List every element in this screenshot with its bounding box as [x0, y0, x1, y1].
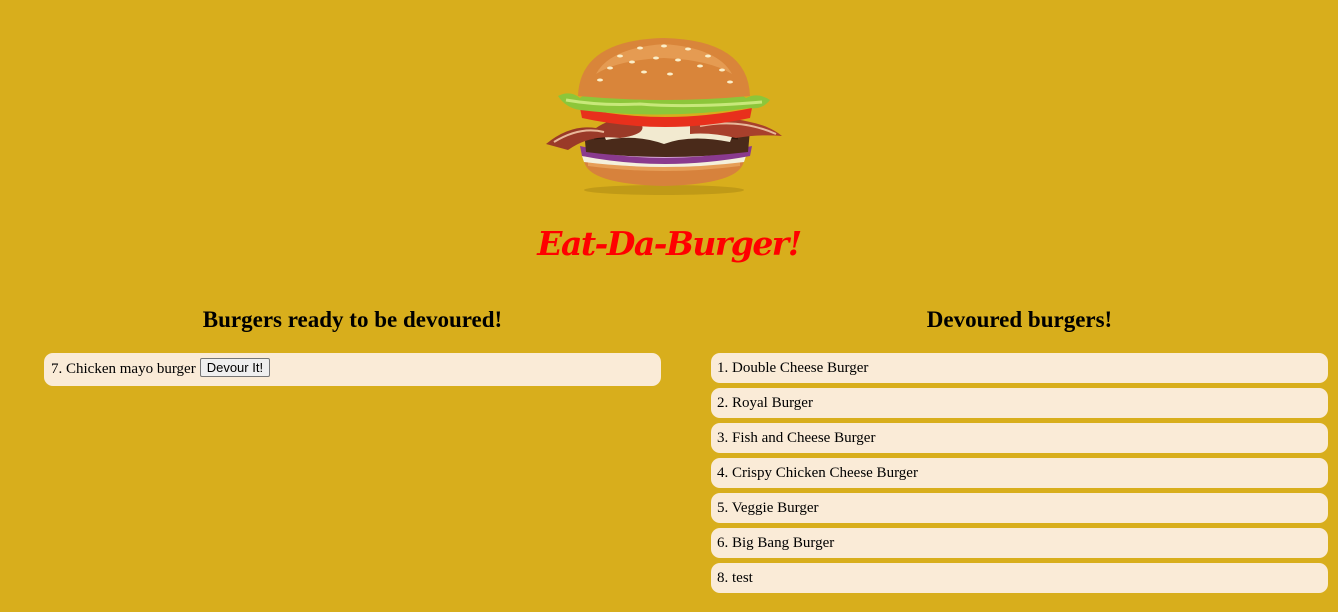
page: Eat-Da-Burger! Burgers ready to be devou…: [0, 0, 1338, 612]
devoured-burgers-section: Devoured burgers! 1. Double Cheese Burge…: [711, 304, 1328, 598]
site-title: Eat-Da-Burger!: [537, 224, 802, 263]
list-item: 4. Crispy Chicken Cheese Burger: [711, 458, 1328, 488]
ready-burgers-list: 7. Chicken mayo burger Devour It!: [44, 353, 661, 386]
list-item: 8. test: [711, 563, 1328, 593]
list-item: 7. Chicken mayo burger Devour It!: [44, 353, 661, 386]
devoured-burgers-list: 1. Double Cheese Burger 2. Royal Burger …: [711, 353, 1328, 593]
burger-name: 7. Chicken mayo burger: [51, 361, 196, 377]
list-item: 2. Royal Burger: [711, 388, 1328, 418]
list-item: 1. Double Cheese Burger: [711, 353, 1328, 383]
ready-burgers-heading: Burgers ready to be devoured!: [202, 307, 503, 332]
burger-image: [540, 34, 788, 196]
list-item: 5. Veggie Burger: [711, 493, 1328, 523]
devour-button[interactable]: Devour It!: [199, 358, 271, 377]
list-item: 3. Fish and Cheese Burger: [711, 423, 1328, 453]
ready-burgers-section: Burgers ready to be devoured! 7. Chicken…: [44, 304, 661, 391]
devoured-burgers-heading: Devoured burgers!: [926, 307, 1113, 332]
list-item: 6. Big Bang Burger: [711, 528, 1328, 558]
